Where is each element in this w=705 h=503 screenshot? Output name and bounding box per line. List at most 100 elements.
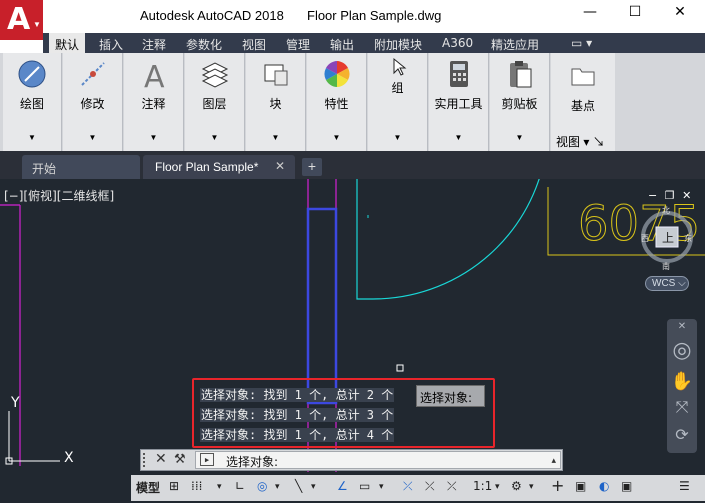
history-toggle-icon[interactable]: ▴ — [551, 455, 556, 466]
clipboard-icon — [509, 61, 531, 88]
command-line: ✕ ⚒ ▸ 选择对象: ▴ — [140, 449, 563, 471]
tab-manage[interactable]: 管理 — [286, 36, 310, 53]
panel-clipboard-label: 剪贴板 — [501, 97, 538, 111]
chevron-down-icon[interactable]: ▼ — [63, 133, 122, 142]
title-bar: A ▼ Autodesk AutoCAD 2018 Floor Plan Sam… — [0, 0, 705, 40]
grip-handle[interactable] — [396, 364, 404, 372]
panel-group[interactable]: 组 ▼ — [368, 53, 428, 151]
panel-layers[interactable]: 图层 ▼ — [185, 53, 245, 151]
chevron-down-icon[interactable]: ▾ — [495, 482, 500, 492]
chevron-down-icon[interactable]: ▾ — [217, 482, 222, 492]
snap-icon[interactable]: ⁞⁞⁞ — [191, 479, 202, 493]
panel-utilities[interactable]: 实用工具 ▼ — [429, 53, 489, 151]
annotation-visibility-icon[interactable]: ⤫ — [403, 479, 413, 494]
chevron-down-icon[interactable]: ▼ — [246, 133, 305, 142]
autocad-logo-icon: A — [7, 2, 31, 37]
compass-south[interactable]: 南 — [662, 261, 670, 271]
close-icon[interactable]: ✕ — [155, 451, 167, 467]
chevron-down-icon[interactable]: ▼ — [185, 133, 244, 142]
ortho-icon[interactable]: ∟ — [235, 479, 245, 493]
annotation-scale-value[interactable]: 1:1 — [473, 479, 492, 493]
tab-floor-plan[interactable]: Floor Plan Sample* ✕ — [143, 155, 295, 179]
chevron-down-icon[interactable]: ▼ — [429, 133, 488, 142]
panel-modify[interactable]: 修改 ▼ — [63, 53, 123, 151]
compass-west[interactable]: 西 — [641, 234, 649, 243]
close-tab-icon[interactable]: ✕ — [275, 159, 285, 173]
auto-scale-icon[interactable]: ⤫ — [425, 479, 435, 494]
chevron-down-icon[interactable]: ▾ — [529, 482, 534, 492]
orbit-icon[interactable]: ⟳ — [667, 425, 697, 445]
minimize-button[interactable]: — — [575, 4, 605, 28]
tab-addins[interactable]: 附加模块 — [374, 36, 422, 53]
command-input[interactable]: ▸ 选择对象: ▴ — [195, 451, 561, 469]
block-icon — [264, 64, 287, 86]
status-bar: 模型 ⊞ ⁞⁞⁞ ▾ ∟ ◎ ▾ ╲ ▾ ∠ ▭ ▾ ⤫ ⤫ ⤫ 1:1 ▾ ⚙… — [0, 472, 705, 503]
annotation-icon: A — [144, 60, 165, 89]
drag-handle[interactable] — [143, 453, 149, 467]
customize-wrench-icon[interactable]: ⚒ — [174, 452, 186, 467]
tab-default[interactable]: 默认 — [49, 33, 86, 53]
navigation-bar[interactable]: ✕ ◎ ✋ ⤧ ⟳ — [667, 319, 697, 453]
hardware-acceleration-icon[interactable]: ◐ — [599, 479, 609, 493]
chevron-down-icon[interactable]: ▾ — [311, 482, 316, 492]
viewport-controls-label[interactable]: [−][俯视][二维线框] — [4, 187, 114, 204]
chevron-down-icon[interactable]: ▼ — [3, 133, 61, 142]
panel-block-label: 块 — [269, 97, 282, 111]
object-snap-tracking-icon[interactable]: ∠ — [337, 479, 348, 493]
app-title: Autodesk AutoCAD 2018 — [140, 8, 284, 23]
chevron-down-icon[interactable]: ▼ — [307, 133, 366, 142]
chevron-down-icon[interactable]: ▾ — [379, 482, 384, 492]
navbar-close-icon[interactable]: ✕ — [667, 321, 697, 332]
compass-east[interactable]: 东 — [684, 233, 692, 243]
panel-view[interactable]: 基点 视图 ▾ ↘ — [551, 53, 615, 151]
highlight-box — [192, 378, 495, 448]
panel-block[interactable]: 块 ▼ — [246, 53, 306, 151]
tab-insert[interactable]: 插入 — [99, 36, 123, 53]
tab-start[interactable]: 开始 — [22, 155, 140, 179]
chevron-down-icon[interactable]: ▼ — [368, 133, 427, 142]
pan-hand-icon[interactable]: ✋ — [667, 371, 697, 392]
grid-icon[interactable]: ⊞ — [169, 479, 179, 493]
tab-featured-apps[interactable]: 精选应用 — [491, 36, 539, 53]
tab-annotate[interactable]: 注释 — [142, 36, 166, 53]
svg-text:A: A — [144, 60, 165, 89]
properties-icon — [324, 61, 349, 87]
close-window-button[interactable]: ✕ — [665, 4, 695, 28]
zoom-extents-icon[interactable]: ⤧ — [667, 399, 697, 417]
view-cube[interactable]: 上 北 西 东 南 — [641, 200, 693, 279]
new-tab-button[interactable]: + — [302, 158, 322, 176]
isodraft-icon[interactable]: ╲ — [295, 479, 302, 493]
panel-view-footer[interactable]: 视图 ▾ ↘ — [556, 133, 620, 150]
ribbon-display-toggle[interactable]: ▭ ▾ — [571, 36, 592, 50]
selected-rectangle[interactable] — [306, 207, 338, 405]
object-snap-icon[interactable]: ▭ — [359, 479, 370, 493]
annotation-monitor-icon[interactable]: + — [551, 476, 564, 495]
tab-view[interactable]: 视图 — [242, 36, 266, 53]
tab-output[interactable]: 输出 — [330, 36, 354, 53]
tab-a360[interactable]: A360 — [442, 36, 473, 50]
chevron-down-icon[interactable]: ▾ — [275, 482, 280, 492]
annotation-scale-icon[interactable]: ⤫ — [447, 479, 457, 494]
draw-icon — [18, 60, 46, 88]
view-cube-graphic: 上 北 西 东 南 — [641, 206, 693, 271]
wcs-menu[interactable]: WCS ⌵ — [645, 276, 689, 291]
panel-view-label: 视图 — [556, 135, 581, 149]
model-space-button[interactable]: 模型 — [136, 479, 160, 496]
steering-wheel-icon[interactable]: ◎ — [667, 337, 697, 363]
prompt-icon[interactable]: ▸ — [200, 453, 214, 466]
panel-draw[interactable]: 绘图 ▼ — [3, 53, 62, 151]
compass-north[interactable]: 北 — [662, 206, 670, 215]
chevron-down-icon[interactable]: ▼ — [490, 133, 549, 142]
customize-menu-icon[interactable]: ☰ — [679, 479, 690, 493]
panel-properties[interactable]: 特性 ▼ — [307, 53, 367, 151]
isolate-objects-icon[interactable]: ▣ — [575, 479, 586, 493]
polar-icon[interactable]: ◎ — [257, 479, 267, 493]
chevron-down-icon[interactable]: ▼ — [124, 133, 183, 142]
maximize-button[interactable]: ☐ — [620, 4, 650, 28]
panel-annotation[interactable]: A 注释 ▼ — [124, 53, 184, 151]
tab-parametric[interactable]: 参数化 — [186, 36, 222, 53]
panel-clipboard[interactable]: 剪贴板 ▼ — [490, 53, 550, 151]
workspace-gear-icon[interactable]: ⚙ — [511, 479, 522, 493]
application-menu-button[interactable]: A ▼ — [0, 0, 43, 40]
clean-screen-icon[interactable]: ▣ — [621, 479, 632, 493]
